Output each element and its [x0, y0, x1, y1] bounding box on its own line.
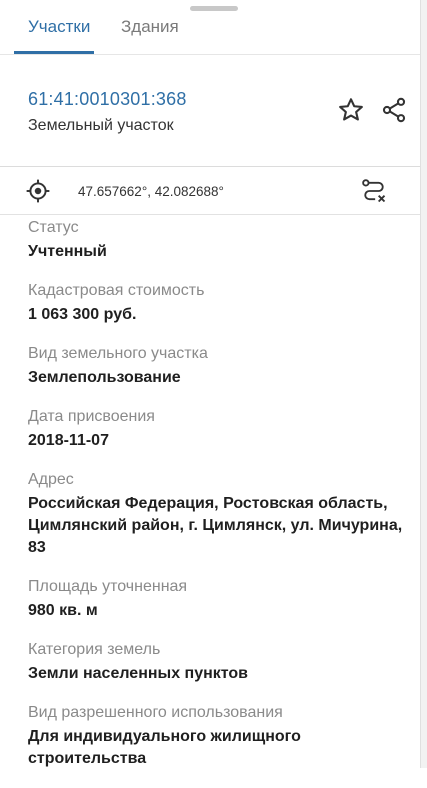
field-label: Вид разрешенного использования — [28, 704, 283, 721]
field-permitted-use: Вид разрешенного использования Для индив… — [28, 703, 408, 770]
field-label: Дата присвоения — [28, 408, 155, 425]
field-value: Учтенный — [28, 243, 107, 260]
field-label: Категория земель — [28, 641, 161, 658]
field-value: Землепользование — [28, 369, 181, 386]
route-cancel-icon[interactable] — [358, 175, 390, 207]
field-cadastral-value: Кадастровая стоимость 1 063 300 руб. — [28, 281, 408, 326]
field-assign-date: Дата присвоения 2018-11-07 — [28, 407, 408, 452]
tab-parcels[interactable]: Участки — [28, 17, 90, 37]
field-value: Для индивидуального жилищного строительс… — [28, 728, 301, 767]
info-sheet: Участки Здания 61:41:0010301:368 Земельн… — [0, 0, 421, 768]
field-address: Адрес Российская Федерация, Ростовская о… — [28, 470, 408, 559]
field-value: Земли населенных пунктов — [28, 665, 249, 682]
field-label: Кадастровая стоимость — [28, 282, 205, 299]
background-edge — [421, 0, 427, 768]
parcel-details: Статус Учтенный Кадастровая стоимость 1 … — [28, 218, 408, 788]
field-value: 2018-11-07 — [28, 432, 109, 449]
field-value: Российская Федерация, Ростовская область… — [28, 495, 403, 556]
share-icon[interactable] — [378, 94, 410, 126]
coordinates-row: 47.657662°, 42.082688° — [0, 167, 420, 214]
field-label: Адрес — [28, 471, 74, 488]
field-value: 1 063 300 руб. — [28, 306, 137, 323]
tab-buildings[interactable]: Здания — [121, 17, 179, 37]
crosshair-icon[interactable] — [22, 175, 54, 207]
field-parcel-kind: Вид земельного участка Землепользование — [28, 344, 408, 389]
field-status: Статус Учтенный — [28, 218, 408, 263]
cadastral-number[interactable]: 61:41:0010301:368 — [28, 89, 187, 110]
tab-bar: Участки Здания — [0, 0, 420, 55]
field-label: Статус — [28, 219, 79, 236]
parcel-type: Земельный участок — [28, 117, 174, 134]
active-tab-indicator — [14, 51, 94, 54]
field-value: 980 кв. м — [28, 602, 98, 619]
field-land-category: Категория земель Земли населенных пункто… — [28, 640, 408, 685]
divider — [0, 214, 420, 215]
star-outline-icon[interactable] — [335, 94, 367, 126]
field-label: Площадь уточненная — [28, 578, 188, 595]
field-area: Площадь уточненная 980 кв. м — [28, 577, 408, 622]
coordinates-text[interactable]: 47.657662°, 42.082688° — [78, 184, 224, 199]
field-label: Вид земельного участка — [28, 345, 208, 362]
